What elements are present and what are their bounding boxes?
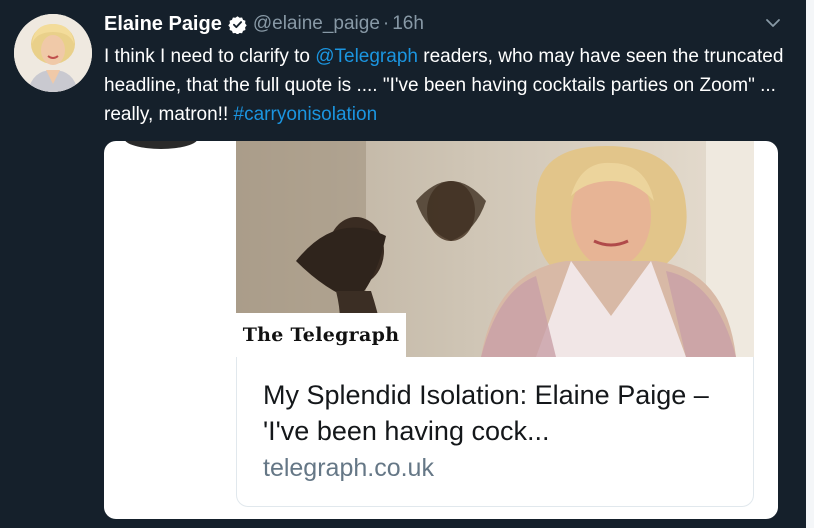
card-text-area[interactable]: My Splendid Isolation: Elaine Paige – 'I… bbox=[236, 357, 754, 507]
separator-dot: · bbox=[382, 13, 390, 34]
handle[interactable]: @elaine_paige bbox=[253, 13, 380, 35]
masthead-logo-text: The Telegraph bbox=[242, 324, 400, 346]
chevron-down-icon[interactable] bbox=[764, 14, 782, 32]
link-card[interactable]: The Telegraph My Splendid Isolation: Ela… bbox=[104, 141, 778, 519]
telegraph-masthead: The Telegraph bbox=[236, 313, 406, 357]
verified-badge-icon bbox=[228, 15, 247, 34]
page-edge bbox=[806, 0, 814, 528]
display-name[interactable]: Elaine Paige bbox=[104, 13, 222, 36]
tweet-text: I think I need to clarify to @Telegraph … bbox=[104, 42, 794, 129]
timestamp[interactable]: 16h bbox=[392, 13, 424, 35]
avatar[interactable] bbox=[14, 14, 92, 92]
card-title[interactable]: My Splendid Isolation: Elaine Paige – 'I… bbox=[263, 377, 727, 449]
card-edge-shape bbox=[124, 141, 198, 149]
card-domain: telegraph.co.uk bbox=[263, 454, 434, 482]
tweet-header: Elaine Paige @elaine_paige · 16h bbox=[104, 10, 424, 38]
tweet-text-part: I think I need to clarify to bbox=[104, 46, 316, 67]
mention-link[interactable]: @Telegraph bbox=[315, 46, 418, 67]
avatar-photo bbox=[14, 14, 92, 92]
tweet[interactable]: Elaine Paige @elaine_paige · 16h I think… bbox=[0, 0, 806, 528]
hashtag-link[interactable]: #carryonisolation bbox=[234, 104, 378, 125]
